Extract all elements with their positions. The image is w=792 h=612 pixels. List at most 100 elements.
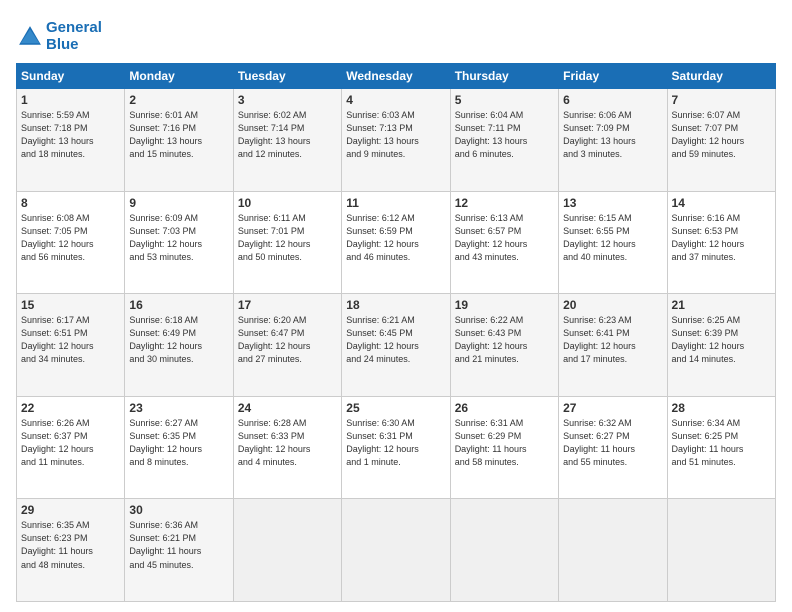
calendar-cell: 30 Sunrise: 6:36 AM Sunset: 6:21 PM Dayli… — [125, 499, 233, 602]
day-info: Sunrise: 6:06 AM Sunset: 7:09 PM Dayligh… — [563, 109, 662, 161]
day-info: Sunrise: 6:16 AM Sunset: 6:53 PM Dayligh… — [672, 212, 771, 264]
day-number: 25 — [346, 401, 445, 415]
weekday-thursday: Thursday — [450, 64, 558, 89]
day-number: 1 — [21, 93, 120, 107]
calendar-cell: 5 Sunrise: 6:04 AM Sunset: 7:11 PM Daylig… — [450, 89, 558, 192]
calendar-cell: 3 Sunrise: 6:02 AM Sunset: 7:14 PM Daylig… — [233, 89, 341, 192]
week-row-5: 29Sunrise: 6:35 AM Sunset: 6:23 PM Dayli… — [17, 499, 776, 602]
week-row-3: 15 Sunrise: 6:17 AM Sunset: 6:51 PM Dayli… — [17, 294, 776, 397]
day-info: Sunrise: 6:28 AM Sunset: 6:33 PM Dayligh… — [238, 417, 337, 469]
day-number: 21 — [672, 298, 771, 312]
day-info: Sunrise: 6:04 AM Sunset: 7:11 PM Dayligh… — [455, 109, 554, 161]
day-info: Sunrise: 6:11 AM Sunset: 7:01 PM Dayligh… — [238, 212, 337, 264]
day-number: 6 — [563, 93, 662, 107]
calendar-cell: 14Sunrise: 6:16 AM Sunset: 6:53 PM Dayli… — [667, 191, 775, 294]
calendar-cell: 11 Sunrise: 6:12 AM Sunset: 6:59 PM Dayli… — [342, 191, 450, 294]
day-info: Sunrise: 6:27 AM Sunset: 6:35 PM Dayligh… — [129, 417, 228, 469]
calendar-cell: 29Sunrise: 6:35 AM Sunset: 6:23 PM Dayli… — [17, 499, 125, 602]
day-info: Sunrise: 6:25 AM Sunset: 6:39 PM Dayligh… — [672, 314, 771, 366]
day-info: Sunrise: 5:59 AM Sunset: 7:18 PM Dayligh… — [21, 109, 120, 161]
weekday-header-row: SundayMondayTuesdayWednesdayThursdayFrid… — [17, 64, 776, 89]
calendar-cell — [233, 499, 341, 602]
day-number: 11 — [346, 196, 445, 210]
calendar-cell: 21 Sunrise: 6:25 AM Sunset: 6:39 PM Dayli… — [667, 294, 775, 397]
calendar-cell: 27Sunrise: 6:32 AM Sunset: 6:27 PM Dayli… — [559, 396, 667, 499]
day-number: 7 — [672, 93, 771, 107]
week-row-4: 22 Sunrise: 6:26 AM Sunset: 6:37 PM Dayli… — [17, 396, 776, 499]
calendar-cell: 15 Sunrise: 6:17 AM Sunset: 6:51 PM Dayli… — [17, 294, 125, 397]
calendar-cell — [450, 499, 558, 602]
day-info: Sunrise: 6:34 AM Sunset: 6:25 PM Dayligh… — [672, 417, 771, 469]
calendar-cell: 20 Sunrise: 6:23 AM Sunset: 6:41 PM Dayli… — [559, 294, 667, 397]
weekday-saturday: Saturday — [667, 64, 775, 89]
calendar-cell: 19Sunrise: 6:22 AM Sunset: 6:43 PM Dayli… — [450, 294, 558, 397]
day-number: 30 — [129, 503, 228, 517]
page: General Blue SundayMondayTuesdayWednesda… — [0, 0, 792, 612]
day-info: Sunrise: 6:08 AM Sunset: 7:05 PM Dayligh… — [21, 212, 120, 264]
calendar-cell: 16 Sunrise: 6:18 AM Sunset: 6:49 PM Dayli… — [125, 294, 233, 397]
day-number: 16 — [129, 298, 228, 312]
weekday-tuesday: Tuesday — [233, 64, 341, 89]
day-number: 22 — [21, 401, 120, 415]
calendar-cell: 25Sunrise: 6:30 AM Sunset: 6:31 PM Dayli… — [342, 396, 450, 499]
day-info: Sunrise: 6:09 AM Sunset: 7:03 PM Dayligh… — [129, 212, 228, 264]
calendar-cell: 26 Sunrise: 6:31 AM Sunset: 6:29 PM Dayli… — [450, 396, 558, 499]
day-info: Sunrise: 6:07 AM Sunset: 7:07 PM Dayligh… — [672, 109, 771, 161]
day-number: 15 — [21, 298, 120, 312]
day-number: 8 — [21, 196, 120, 210]
day-info: Sunrise: 6:15 AM Sunset: 6:55 PM Dayligh… — [563, 212, 662, 264]
day-info: Sunrise: 6:13 AM Sunset: 6:57 PM Dayligh… — [455, 212, 554, 264]
day-number: 4 — [346, 93, 445, 107]
day-number: 20 — [563, 298, 662, 312]
calendar-cell — [667, 499, 775, 602]
calendar-cell: 22 Sunrise: 6:26 AM Sunset: 6:37 PM Dayli… — [17, 396, 125, 499]
day-number: 29 — [21, 503, 120, 517]
day-info: Sunrise: 6:36 AM Sunset: 6:21 PM Dayligh… — [129, 519, 228, 571]
weekday-wednesday: Wednesday — [342, 64, 450, 89]
calendar-cell: 13 Sunrise: 6:15 AM Sunset: 6:55 PM Dayli… — [559, 191, 667, 294]
day-number: 2 — [129, 93, 228, 107]
week-row-1: 1 Sunrise: 5:59 AM Sunset: 7:18 PM Daylig… — [17, 89, 776, 192]
logo-text: General Blue — [46, 20, 102, 53]
day-number: 24 — [238, 401, 337, 415]
day-info: Sunrise: 6:21 AM Sunset: 6:45 PM Dayligh… — [346, 314, 445, 366]
calendar-cell: 7 Sunrise: 6:07 AM Sunset: 7:07 PM Daylig… — [667, 89, 775, 192]
day-number: 9 — [129, 196, 228, 210]
day-number: 26 — [455, 401, 554, 415]
day-info: Sunrise: 6:03 AM Sunset: 7:13 PM Dayligh… — [346, 109, 445, 161]
day-info: Sunrise: 6:31 AM Sunset: 6:29 PM Dayligh… — [455, 417, 554, 469]
day-info: Sunrise: 6:23 AM Sunset: 6:41 PM Dayligh… — [563, 314, 662, 366]
calendar-cell: 6 Sunrise: 6:06 AM Sunset: 7:09 PM Daylig… — [559, 89, 667, 192]
day-number: 5 — [455, 93, 554, 107]
day-number: 3 — [238, 93, 337, 107]
logo: General Blue — [16, 20, 102, 53]
day-number: 13 — [563, 196, 662, 210]
calendar-cell: 23 Sunrise: 6:27 AM Sunset: 6:35 PM Dayli… — [125, 396, 233, 499]
weekday-sunday: Sunday — [17, 64, 125, 89]
day-info: Sunrise: 6:12 AM Sunset: 6:59 PM Dayligh… — [346, 212, 445, 264]
day-number: 23 — [129, 401, 228, 415]
day-info: Sunrise: 6:02 AM Sunset: 7:14 PM Dayligh… — [238, 109, 337, 161]
calendar-cell: 1 Sunrise: 5:59 AM Sunset: 7:18 PM Daylig… — [17, 89, 125, 192]
calendar-cell — [342, 499, 450, 602]
day-info: Sunrise: 6:22 AM Sunset: 6:43 PM Dayligh… — [455, 314, 554, 366]
calendar-cell: 8 Sunrise: 6:08 AM Sunset: 7:05 PM Daylig… — [17, 191, 125, 294]
day-info: Sunrise: 6:17 AM Sunset: 6:51 PM Dayligh… — [21, 314, 120, 366]
calendar-cell: 24 Sunrise: 6:28 AM Sunset: 6:33 PM Dayli… — [233, 396, 341, 499]
day-number: 27 — [563, 401, 662, 415]
calendar-cell: 4 Sunrise: 6:03 AM Sunset: 7:13 PM Daylig… — [342, 89, 450, 192]
day-number: 28 — [672, 401, 771, 415]
day-info: Sunrise: 6:18 AM Sunset: 6:49 PM Dayligh… — [129, 314, 228, 366]
calendar-cell: 9 Sunrise: 6:09 AM Sunset: 7:03 PM Daylig… — [125, 191, 233, 294]
calendar-table: SundayMondayTuesdayWednesdayThursdayFrid… — [16, 63, 776, 602]
day-info: Sunrise: 6:20 AM Sunset: 6:47 PM Dayligh… — [238, 314, 337, 366]
day-number: 18 — [346, 298, 445, 312]
calendar-cell: 28 Sunrise: 6:34 AM Sunset: 6:25 PM Dayli… — [667, 396, 775, 499]
day-info: Sunrise: 6:01 AM Sunset: 7:16 PM Dayligh… — [129, 109, 228, 161]
day-number: 10 — [238, 196, 337, 210]
week-row-2: 8 Sunrise: 6:08 AM Sunset: 7:05 PM Daylig… — [17, 191, 776, 294]
day-info: Sunrise: 6:26 AM Sunset: 6:37 PM Dayligh… — [21, 417, 120, 469]
day-number: 17 — [238, 298, 337, 312]
calendar-cell — [559, 499, 667, 602]
calendar-cell: 2 Sunrise: 6:01 AM Sunset: 7:16 PM Daylig… — [125, 89, 233, 192]
